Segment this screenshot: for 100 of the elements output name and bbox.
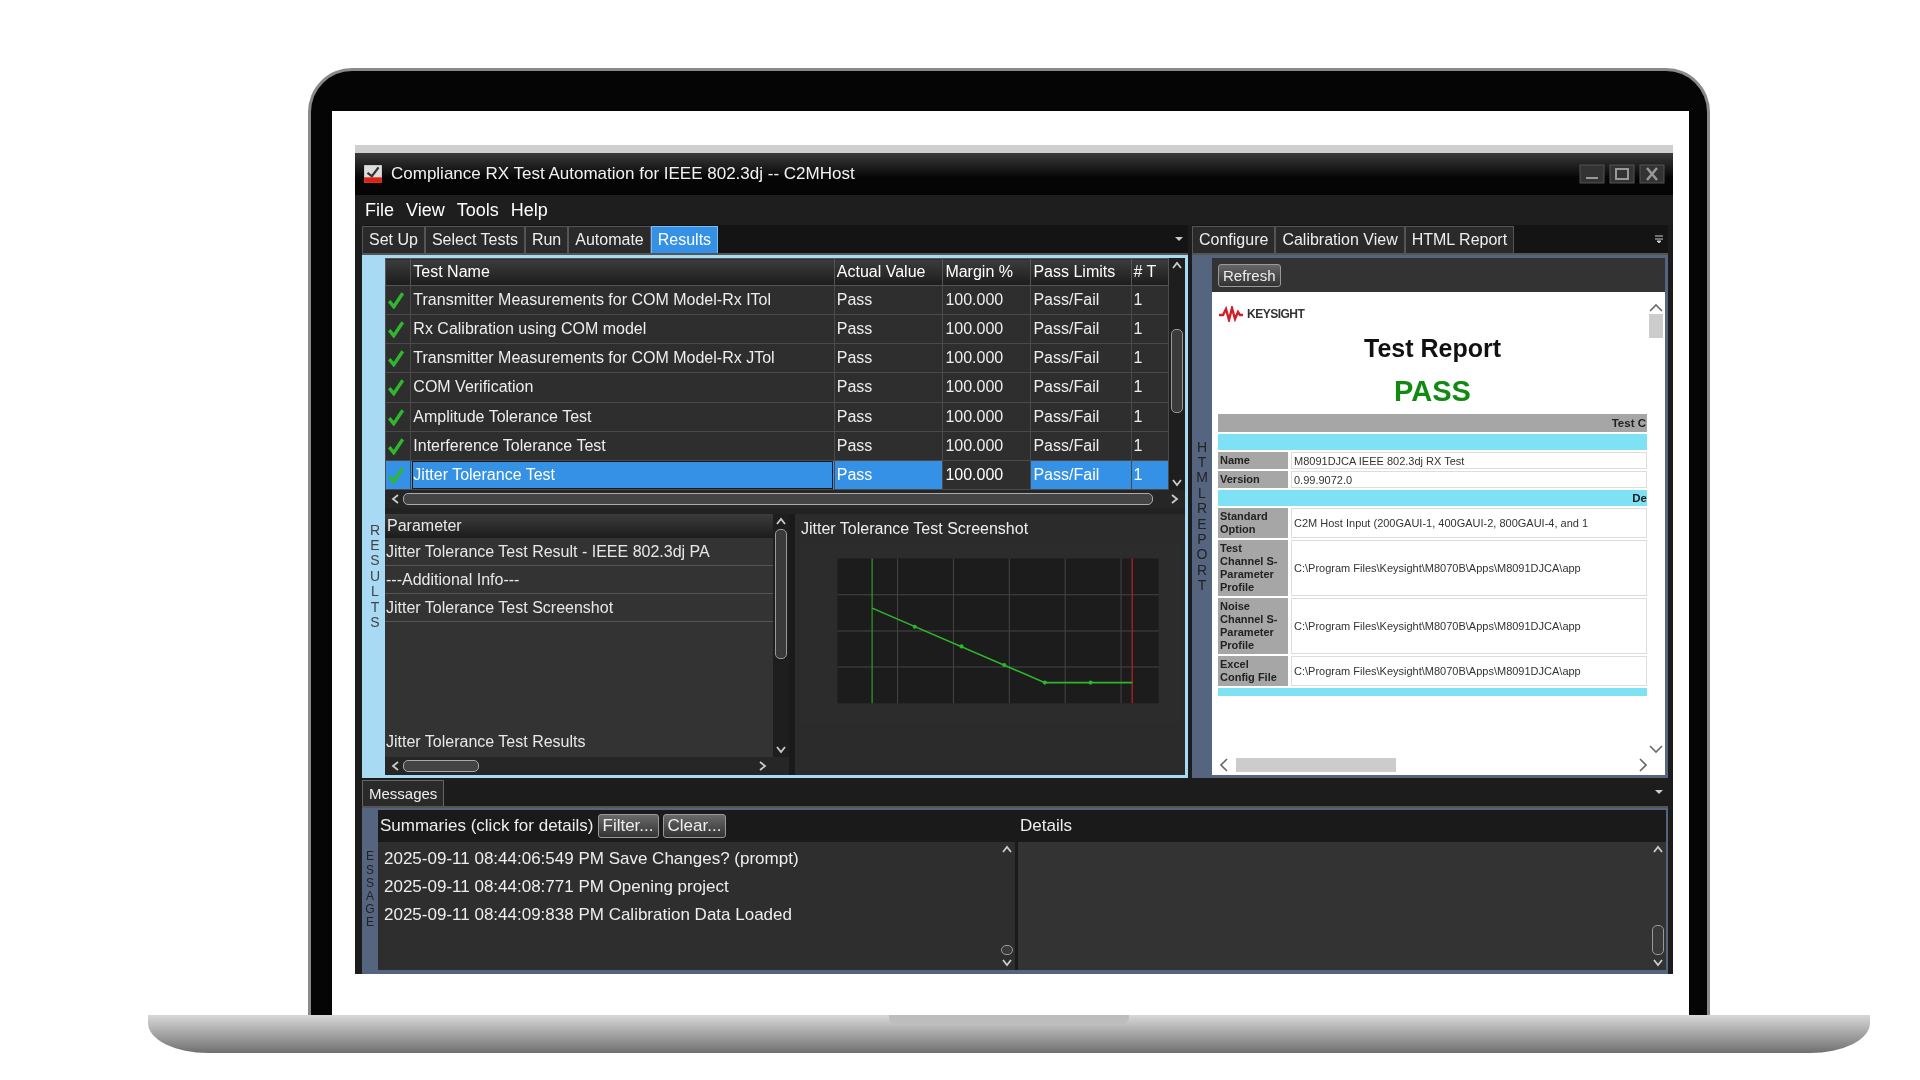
field-value: C:\Program Files\Keysight\M8070B\Apps\M8091DJCA\app <box>1291 598 1647 654</box>
minimize-icon[interactable] <box>1579 164 1605 184</box>
tab[interactable]: Select Tests <box>424 226 525 253</box>
menu-item[interactable]: View <box>406 199 445 221</box>
filter-button[interactable]: Filter... <box>597 814 659 838</box>
overflow-menu-icon[interactable] <box>1654 235 1664 243</box>
tab[interactable]: Automate <box>568 226 651 253</box>
table-cell: Pass <box>834 372 943 403</box>
list-item[interactable]: Jitter Tolerance Test Result - IEEE 802.3dj PA <box>385 538 773 566</box>
scroll-thumb[interactable] <box>1001 945 1013 955</box>
panel-title: Jitter Tolerance Test Screenshot <box>801 519 1030 539</box>
vertical-scrollbar[interactable] <box>1169 258 1185 490</box>
tab[interactable]: Run <box>524 226 569 253</box>
refresh-button[interactable]: Refresh <box>1218 263 1281 287</box>
clear-button[interactable]: Clear... <box>662 814 727 838</box>
dropdown-icon[interactable] <box>1654 788 1664 796</box>
column-header[interactable]: Test Name <box>410 258 835 286</box>
table-cell: Pass <box>834 343 943 373</box>
vertical-scrollbar[interactable] <box>773 514 789 757</box>
maximize-icon[interactable] <box>1609 164 1635 184</box>
table-cell: Pass/Fail <box>1030 402 1132 432</box>
table-cell: Pass/Fail <box>1030 372 1132 403</box>
message-entry[interactable]: 2025-09-11 08:44:06:549 PM Save Changes? (prompt) <box>384 845 993 873</box>
table-cell: COM Verification <box>410 372 835 403</box>
table-cell: Rx Calibration using COM model <box>410 314 835 344</box>
arrow-right-icon[interactable] <box>1639 758 1647 772</box>
field-label: Test Channel S-Parameter Profile <box>1218 540 1288 596</box>
dropdown-icon[interactable] <box>1174 235 1184 243</box>
table-cell: Jitter Tolerance Test <box>410 460 835 490</box>
menu-item[interactable]: File <box>365 199 394 221</box>
table-cell: Transmitter Measurements for COM Model-Rx JTol <box>410 343 835 373</box>
scroll-thumb[interactable] <box>1236 758 1396 772</box>
arrow-down-icon[interactable] <box>1649 745 1663 753</box>
tab[interactable]: Configure <box>1192 226 1276 253</box>
close-icon[interactable] <box>1639 164 1665 184</box>
table-cell: Interference Tolerance Test <box>410 431 835 461</box>
column-header: Summaries (click for details) <box>380 816 594 836</box>
table-row[interactable]: Jitter Tolerance Test Pass 100.000 Pass/Fail 1 <box>385 460 1169 490</box>
column-header[interactable]: Actual Value <box>834 258 943 286</box>
table-row[interactable]: COM Verification Pass 100.000 Pass/Fail 1 <box>385 372 1169 403</box>
vertical-scrollbar[interactable] <box>1650 842 1666 970</box>
section-band: De <box>1218 490 1647 506</box>
wave-logo-icon <box>1218 306 1244 322</box>
field-value: C2M Host Input (200GAUI-1, 400GAUI-2, 800GAUI-4, and 1 <box>1291 508 1647 538</box>
section-header: Test C <box>1218 414 1647 432</box>
scroll-thumb[interactable] <box>403 493 1153 505</box>
table-cell: 100.000 <box>942 285 1031 315</box>
menu-item[interactable]: Tools <box>456 199 499 221</box>
table-cell: Transmitter Measurements for COM Model-Rx ITol <box>410 285 835 315</box>
table-cell: 100.000 <box>942 460 1031 490</box>
scroll-thumb[interactable] <box>403 760 479 772</box>
tab[interactable]: Messages <box>362 780 445 806</box>
table-cell: 100.000 <box>942 372 1031 403</box>
message-entry[interactable]: 2025-09-11 08:44:09:838 PM Calibration Data Loaded <box>384 901 993 929</box>
column-header[interactable]: Margin % <box>942 258 1031 286</box>
menu-item[interactable]: Help <box>510 199 548 221</box>
message-entry[interactable]: 2025-09-11 08:44:08:771 PM Opening project <box>384 873 993 901</box>
table-cell: 100.000 <box>942 314 1031 344</box>
field-label: Excel Config File <box>1218 656 1288 686</box>
scroll-thumb[interactable] <box>775 529 787 659</box>
scroll-thumb[interactable] <box>1171 329 1183 413</box>
tab[interactable]: Set Up <box>362 226 425 253</box>
arrow-left-icon[interactable] <box>1220 758 1228 772</box>
tab[interactable]: HTML Report <box>1404 226 1515 253</box>
tab[interactable]: Calibration View <box>1275 226 1405 253</box>
table-cell: Pass/Fail <box>1030 285 1132 315</box>
column-header[interactable]: # T <box>1131 258 1169 286</box>
field-value: 0.99.9072.0 <box>1291 471 1647 488</box>
table-cell: Pass/Fail <box>1030 343 1132 373</box>
table-cell: 100.000 <box>942 402 1031 432</box>
field-label: Standard Option <box>1218 508 1288 538</box>
report-title: Test Report <box>1362 334 1503 363</box>
list-item[interactable]: Jitter Tolerance Test Results <box>385 727 773 757</box>
horizontal-scrollbar[interactable] <box>385 490 1185 508</box>
arrow-up-icon[interactable] <box>1649 304 1663 312</box>
scroll-thumb[interactable] <box>1652 925 1664 955</box>
table-row[interactable]: Interference Tolerance Test Pass 100.000 Pass/Fail 1 <box>385 431 1169 461</box>
table-cell: Pass <box>834 431 943 461</box>
table-cell: Pass/Fail <box>1030 431 1132 461</box>
table-row[interactable]: Transmitter Measurements for COM Model-Rx JTol Pass 100.000 Pass/Fail 1 <box>385 343 1169 373</box>
app-icon <box>363 164 383 184</box>
table-header-cell <box>385 258 411 286</box>
field-label: Version <box>1218 471 1288 488</box>
table-cell: Pass <box>834 314 943 344</box>
table-row[interactable]: Amplitude Tolerance Test Pass 100.000 Pass/Fail 1 <box>385 402 1169 432</box>
side-label: HTML REPORT <box>1195 439 1209 594</box>
vertical-scrollbar[interactable] <box>999 842 1015 970</box>
field-value: M8091DJCA IEEE 802.3dj RX Test <box>1291 452 1647 469</box>
table-row[interactable]: Transmitter Measurements for COM Model-Rx ITol Pass 100.000 Pass/Fail 1 <box>385 285 1169 315</box>
scroll-thumb[interactable] <box>1649 314 1663 338</box>
horizontal-scrollbar[interactable] <box>385 757 789 775</box>
list-item[interactable]: ---Additional Info--- <box>385 566 773 594</box>
list-item[interactable]: Jitter Tolerance Test Screenshot <box>385 594 773 622</box>
field-value: C:\Program Files\Keysight\M8070B\Apps\M8091DJCA\app <box>1291 540 1647 596</box>
table-row[interactable]: Rx Calibration using COM model Pass 100.000 Pass/Fail 1 <box>385 314 1169 344</box>
column-header[interactable]: Pass Limits <box>1030 258 1132 286</box>
table-cell: 100.000 <box>942 431 1031 461</box>
table-cell: Pass <box>834 285 943 315</box>
window-title: Compliance RX Test Automation for IEEE 802.3dj -- C2MHost <box>391 164 856 184</box>
column-header: Parameter <box>385 514 773 538</box>
